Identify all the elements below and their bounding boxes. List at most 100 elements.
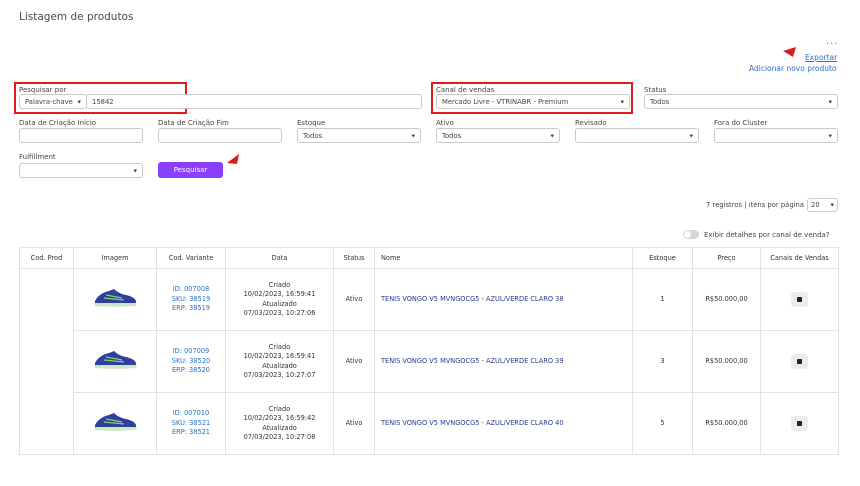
- stock-cell: 5: [632, 392, 693, 455]
- sales-channel-label: Canal de vendas: [436, 86, 495, 94]
- col-cod-prod[interactable]: Cod. Prod: [19, 247, 74, 269]
- per-page-value: 20: [811, 201, 820, 209]
- variant-id[interactable]: ID: 007008: [157, 285, 225, 295]
- pagination: 7 registros | itens por página 20 ▾: [706, 198, 839, 212]
- date-cell: Criado 10/02/2023, 16:59:41 Atualizado 0…: [225, 330, 334, 393]
- created-end-input[interactable]: [158, 128, 282, 143]
- variant-sku[interactable]: SKU: 38520: [157, 357, 225, 367]
- out-of-cluster-label: Fora do Cluster: [714, 119, 768, 127]
- image-cell: [73, 392, 157, 455]
- created-label: Criado: [268, 280, 291, 289]
- col-cod-variant[interactable]: Cod. Variante: [156, 247, 226, 269]
- sales-channel-select[interactable]: Mercado Livre - VTRINABR - Premium ▾: [436, 94, 630, 109]
- variant-id[interactable]: ID: 007010: [157, 409, 225, 419]
- annotation-arrow-search: [227, 154, 239, 164]
- channel-details-toggle[interactable]: [683, 230, 699, 239]
- status-cell: Ativo: [333, 392, 375, 455]
- created-end-label: Data de Criação Fim: [158, 119, 229, 127]
- updated-at: 07/03/2023, 10:27:07: [243, 371, 316, 379]
- stock-value: Todos: [303, 131, 323, 140]
- col-date[interactable]: Data: [225, 247, 334, 269]
- name-cell[interactable]: TENIS VONGO V5 MVNGOCG5 - AZUL/VERDE CLA…: [374, 268, 633, 331]
- fulfillment-select[interactable]: ▾: [19, 163, 143, 178]
- variant-sku[interactable]: SKU: 38519: [157, 295, 225, 305]
- date-cell: Criado 10/02/2023, 16:59:41 Atualizado 0…: [225, 268, 334, 331]
- running-shoe-icon: [94, 350, 137, 369]
- active-value: Todos: [442, 131, 462, 140]
- chevron-down-icon: ▾: [550, 132, 554, 139]
- per-page-select[interactable]: 20 ▾: [807, 198, 839, 212]
- variant-erp[interactable]: ERP: 38519: [157, 304, 225, 314]
- status-cell: Ativo: [333, 330, 375, 393]
- marketplace-icon[interactable]: [791, 416, 808, 431]
- chevron-down-icon: ▾: [689, 132, 693, 139]
- pagination-summary: 7 registros | itens por página: [706, 201, 805, 209]
- chevron-down-icon: ▾: [828, 132, 832, 139]
- updated-label: Atualizado: [262, 299, 297, 308]
- search-type-select[interactable]: Palavra-chave ▾: [19, 94, 87, 109]
- price-cell: R$50.000,00: [692, 330, 761, 393]
- table-row[interactable]: ID: 007010 SKU: 38521 ERP: 38521 Criado …: [20, 392, 839, 455]
- col-image[interactable]: Imagem: [73, 247, 157, 269]
- chevron-down-icon: ▾: [830, 201, 835, 209]
- marketplace-icon[interactable]: [791, 292, 808, 307]
- created-start-label: Data de Criação Início: [19, 119, 97, 127]
- channels-cell: [760, 268, 839, 331]
- table-header-row: Cod. Prod Imagem Cod. Variante Data Stat…: [19, 247, 839, 269]
- active-select[interactable]: Todos ▾: [436, 128, 560, 143]
- col-channels[interactable]: Canais de Vendas: [760, 247, 839, 269]
- running-shoe-icon: [94, 412, 137, 431]
- table-row[interactable]: ID: 007009 SKU: 38520 ERP: 38520 Criado …: [20, 330, 839, 393]
- variant-cell[interactable]: ID: 007008 SKU: 38519 ERP: 38519: [156, 268, 226, 331]
- channel-details-toggle-row: Exibir detalhes por canal de venda?: [683, 230, 830, 239]
- chevron-down-icon: ▾: [411, 132, 415, 139]
- updated-label: Atualizado: [262, 423, 297, 432]
- products-table: Cod. Prod Imagem Cod. Variante Data Stat…: [19, 247, 839, 455]
- name-cell[interactable]: TENIS VONGO V5 MVNGOCG5 - AZUL/VERDE CLA…: [374, 330, 633, 393]
- created-label: Criado: [268, 342, 291, 351]
- export-link[interactable]: Exportar: [805, 53, 837, 62]
- col-stock[interactable]: Estoque: [632, 247, 693, 269]
- chevron-down-icon: ▾: [828, 98, 832, 105]
- stock-select[interactable]: Todos ▾: [297, 128, 421, 143]
- channel-details-toggle-label: Exibir detalhes por canal de venda?: [704, 230, 830, 239]
- updated-at: 07/03/2023, 10:27:08: [243, 433, 316, 441]
- updated-label: Atualizado: [262, 361, 297, 370]
- table-row[interactable]: ID: 007008 SKU: 38519 ERP: 38519 Criado …: [19, 268, 839, 455]
- col-name[interactable]: Nome: [374, 247, 633, 269]
- out-of-cluster-select[interactable]: ▾: [714, 128, 838, 143]
- name-cell[interactable]: TENIS VONGO V5 MVNGOCG5 - AZUL/VERDE CLA…: [374, 392, 633, 455]
- stock-label: Estoque: [297, 119, 326, 127]
- variant-cell[interactable]: ID: 007009 SKU: 38520 ERP: 38520: [156, 330, 226, 393]
- page-title: Listagem de produtos: [19, 11, 134, 23]
- variant-cell[interactable]: ID: 007010 SKU: 38521 ERP: 38521: [156, 392, 226, 455]
- status-value: Todos: [650, 97, 670, 106]
- chevron-down-icon: ▾: [77, 98, 81, 105]
- more-icon[interactable]: ...: [826, 36, 839, 47]
- stock-cell: 1: [632, 268, 693, 331]
- status-select[interactable]: Todos ▾: [644, 94, 838, 109]
- sales-channel-value: Mercado Livre - VTRINABR - Premium: [442, 97, 569, 106]
- image-cell: [73, 268, 157, 331]
- image-cell: [73, 330, 157, 393]
- created-start-input[interactable]: [19, 128, 143, 143]
- variant-id[interactable]: ID: 007009: [157, 347, 225, 357]
- price-cell: R$50.000,00: [692, 392, 761, 455]
- add-product-link[interactable]: Adicionar novo produto: [749, 64, 837, 73]
- chevron-down-icon: ▾: [133, 167, 137, 174]
- variant-erp[interactable]: ERP: 38521: [157, 428, 225, 438]
- variant-erp[interactable]: ERP: 38520: [157, 366, 225, 376]
- created-label: Criado: [268, 404, 291, 413]
- variant-sku[interactable]: SKU: 38521: [157, 419, 225, 429]
- reviewed-select[interactable]: ▾: [575, 128, 699, 143]
- search-type-value: Palavra-chave: [25, 97, 73, 106]
- marketplace-icon[interactable]: [791, 354, 808, 369]
- search-input[interactable]: 15842: [86, 94, 422, 109]
- cod-prod-cell: [19, 268, 74, 455]
- created-at: 10/02/2023, 16:59:41: [243, 290, 316, 298]
- search-button[interactable]: Pesquisar: [158, 162, 223, 178]
- search-by-label: Pesquisar por: [19, 86, 67, 94]
- col-price[interactable]: Preço: [692, 247, 761, 269]
- col-status[interactable]: Status: [333, 247, 375, 269]
- annotation-arrow-export: [783, 47, 796, 57]
